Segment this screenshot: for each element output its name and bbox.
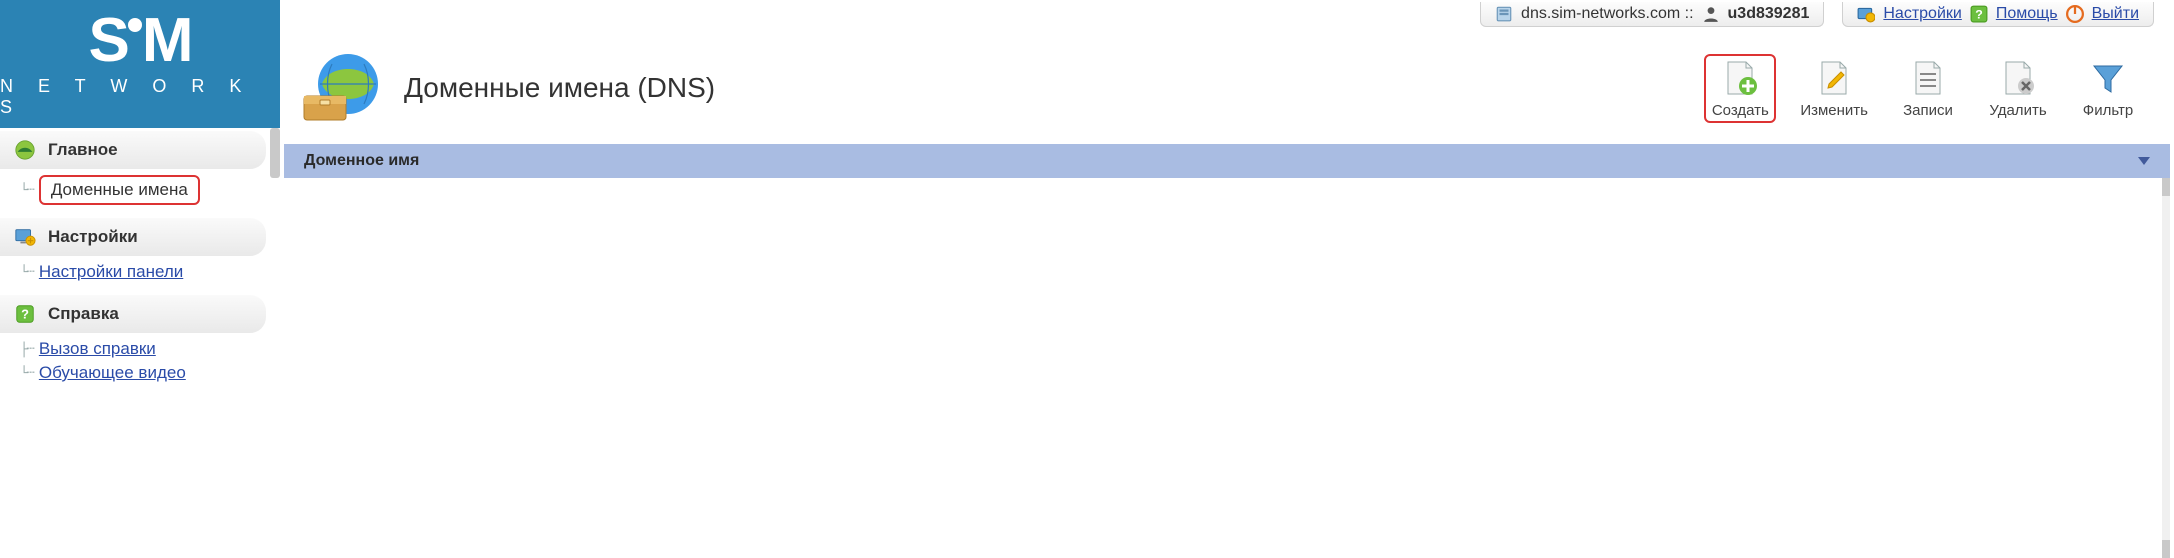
sidebar-item-help-call[interactable]: Вызов справки [39, 339, 156, 359]
file-edit-icon [1814, 58, 1854, 98]
sidebar: SM N E T W O R K S Главное └┄ Доменные и… [0, 0, 280, 558]
table-body [280, 178, 2174, 558]
page-title: Доменные имена (DNS) [404, 72, 715, 104]
settings-icon [1857, 5, 1875, 23]
topbar-settings-link[interactable]: Настройки [1883, 5, 1961, 23]
filter-button[interactable]: Фильтр [2072, 54, 2144, 123]
nav-group-main[interactable]: Главное [0, 131, 266, 169]
create-label: Создать [1712, 102, 1769, 119]
topbar-user: u3d839281 [1728, 5, 1810, 23]
topbar-help-link[interactable]: Помощь [1996, 5, 2058, 23]
user-icon [1702, 5, 1720, 23]
home-icon [14, 139, 36, 161]
logo-subtitle: N E T W O R K S [0, 76, 280, 118]
topbar: dns.sim-networks.com :: u3d839281 Настро… [280, 0, 2174, 28]
page-globe-icon [302, 50, 382, 126]
sidebar-item-domains[interactable]: Доменные имена [39, 175, 200, 205]
file-add-icon [1720, 58, 1760, 98]
filter-label: Фильтр [2083, 102, 2133, 119]
sidebar-item-tutorial-video[interactable]: Обучающее видео [39, 363, 186, 383]
sort-dropdown-icon[interactable] [2138, 157, 2150, 165]
logo-mark: SM [88, 10, 191, 72]
edit-label: Изменить [1800, 102, 1868, 119]
topbar-host: dns.sim-networks.com :: [1521, 5, 1693, 23]
svg-text:?: ? [1975, 7, 1983, 21]
help-icon: ? [1970, 5, 1988, 23]
server-icon [1495, 5, 1513, 23]
topbar-logout-link[interactable]: Выйти [2092, 5, 2139, 23]
nav-group-help[interactable]: ? Справка [0, 295, 266, 333]
sidebar-scrollbar[interactable] [270, 128, 280, 178]
sidebar-item-panel-settings[interactable]: Настройки панели [39, 262, 183, 282]
nav-group-settings[interactable]: Настройки [0, 218, 266, 256]
records-button[interactable]: Записи [1892, 54, 1964, 123]
file-delete-icon [1998, 58, 2038, 98]
tree-branch-icon: └┄ [20, 182, 33, 199]
create-button[interactable]: Создать [1704, 54, 1776, 123]
table-header[interactable]: Доменное имя [284, 144, 2170, 178]
file-list-icon [1908, 58, 1948, 98]
edit-button[interactable]: Изменить [1794, 54, 1874, 123]
toolbar: Создать Изменить Записи [1704, 54, 2144, 123]
help-square-icon: ? [14, 303, 36, 325]
logout-icon [2066, 5, 2084, 23]
table-scrollbar[interactable] [2162, 178, 2170, 558]
nav-group-main-label: Главное [48, 140, 118, 160]
records-label: Записи [1903, 102, 1953, 119]
nav-group-help-label: Справка [48, 304, 119, 324]
table-col-domain: Доменное имя [304, 152, 419, 170]
tree-branch-icon: ├┄ [20, 341, 33, 358]
funnel-icon [2088, 58, 2128, 98]
delete-button[interactable]: Удалить [1982, 54, 2054, 123]
main: dns.sim-networks.com :: u3d839281 Настро… [280, 0, 2174, 558]
tree-branch-icon: └┄ [20, 365, 33, 382]
logo: SM N E T W O R K S [0, 0, 280, 128]
monitor-settings-icon [14, 226, 36, 248]
delete-label: Удалить [1989, 102, 2046, 119]
nav-group-settings-label: Настройки [48, 227, 138, 247]
svg-text:?: ? [21, 307, 29, 322]
topbar-host-user: dns.sim-networks.com :: u3d839281 [1480, 2, 1824, 27]
tree-branch-icon: └┄ [20, 264, 33, 281]
